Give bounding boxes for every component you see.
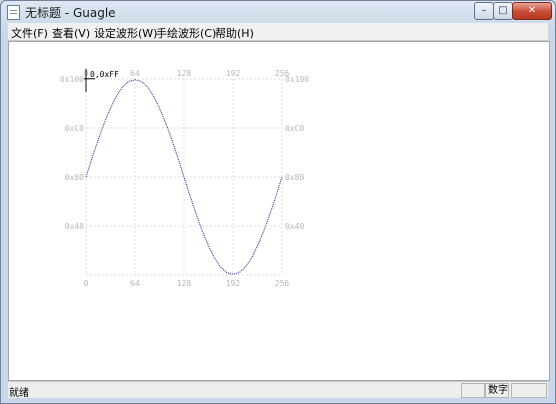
main-window: 无标题 - Guagle – □ ✕ 文件(F) 查看(V) 设定波形(W) 手… (0, 0, 556, 404)
y-tick-label-left: 0x100 (60, 75, 84, 84)
status-panel-1 (461, 383, 485, 398)
menu-view[interactable]: 查看(V) (52, 25, 90, 41)
maximize-icon: □ (498, 5, 508, 16)
x-axis-labels: 006464128128192192256256 (84, 69, 290, 288)
document-icon (7, 5, 20, 20)
maximize-button[interactable]: □ (493, 2, 513, 20)
menu-file[interactable]: 文件(F) (11, 25, 48, 41)
waveform-plot[interactable]: 006464128128192192256256 0x1000x1000xC00… (9, 42, 549, 380)
window-title: 无标题 - Guagle (25, 6, 116, 20)
close-icon: ✕ (527, 5, 537, 16)
y-tick-label-right: 0x100 (285, 75, 309, 84)
x-tick-label-bottom: 256 (275, 279, 290, 288)
x-tick-label-top: 192 (226, 69, 241, 78)
title-bar[interactable]: 无标题 - Guagle – □ ✕ (1, 1, 555, 23)
y-tick-label-right: 0xC0 (285, 124, 304, 133)
y-tick-label-left: 0x80 (65, 173, 84, 182)
waveform-canvas[interactable]: 006464128128192192256256 0x1000x1000xC00… (8, 41, 550, 381)
status-panel-numlock: 数字 (485, 383, 509, 398)
x-tick-label-top: 64 (130, 69, 140, 78)
menu-draw-waveform[interactable]: 手绘波形(C) (156, 25, 216, 41)
menu-bar: 文件(F) 查看(V) 设定波形(W) 手绘波形(C) 帮助(H) (8, 23, 548, 41)
status-bar: 就绪 数字 (8, 381, 548, 399)
menu-set-waveform[interactable]: 设定波形(W) (94, 25, 157, 41)
x-tick-label-bottom: 0 (84, 279, 89, 288)
close-button[interactable]: ✕ (512, 2, 552, 20)
x-tick-label-bottom: 64 (130, 279, 140, 288)
x-tick-label-top: 128 (177, 69, 192, 78)
y-tick-label-right: 0x40 (285, 222, 304, 231)
y-axis-labels: 0x100 0x100 0xC0 0xC0 0x80 0x80 0x40 0x40 (60, 75, 309, 231)
status-text: 就绪 (9, 388, 29, 399)
y-tick-label-left: 0x40 (65, 222, 84, 231)
y-tick-label-right: 0x80 (285, 173, 304, 182)
cursor-readout: 0,0xFF (90, 70, 119, 79)
status-panel-3 (511, 383, 547, 398)
y-tick-label-left: 0xC0 (65, 124, 84, 133)
menu-help[interactable]: 帮助(H) (215, 25, 254, 41)
x-tick-label-bottom: 128 (177, 279, 192, 288)
minimize-button[interactable]: – (474, 2, 494, 20)
minimize-icon: – (481, 5, 487, 16)
cursor-marker: 0,0xFF (84, 68, 119, 92)
x-tick-label-bottom: 192 (226, 279, 241, 288)
